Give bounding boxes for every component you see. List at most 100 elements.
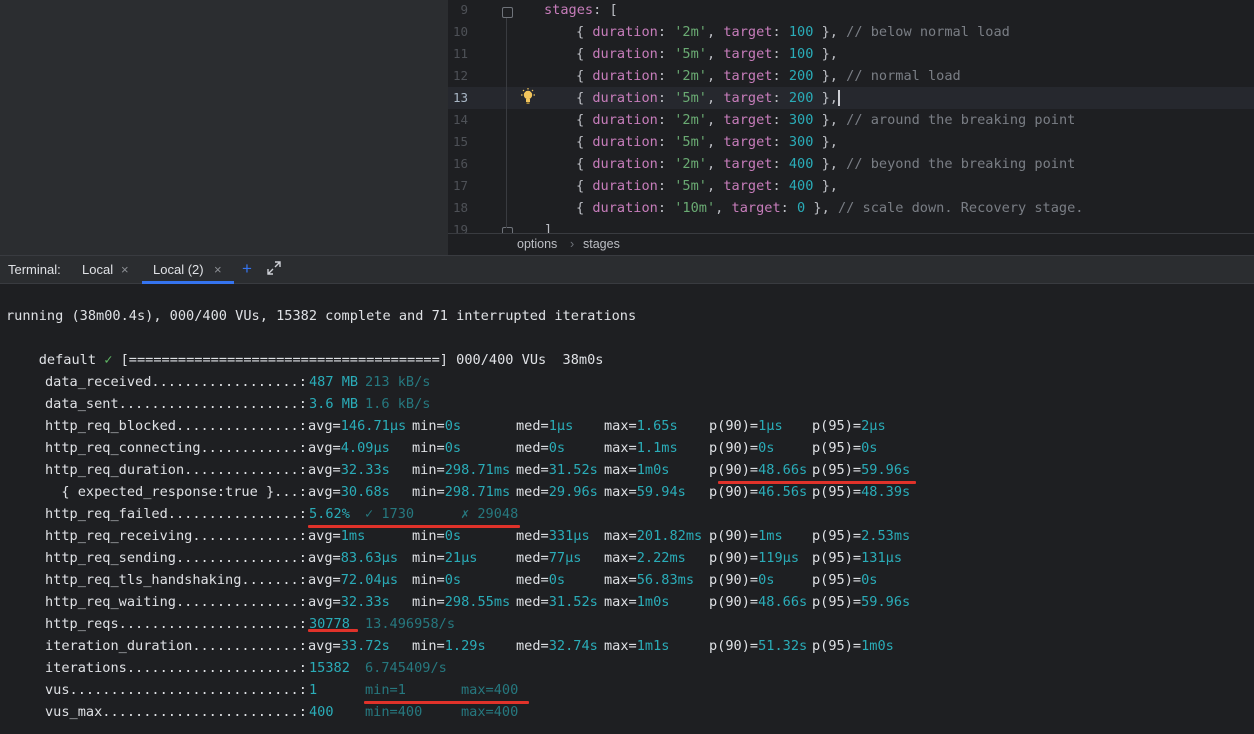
code-text: stages: [: [544, 2, 618, 18]
tab-local[interactable]: Local: [82, 262, 113, 277]
metric-value: 3.6 MB: [309, 396, 359, 412]
metric-value: p(95)=59.96s: [812, 594, 911, 610]
terminal-label: Terminal:: [8, 262, 61, 277]
code-line[interactable]: 14 { duration: '2m', target: 300 }, // ar…: [448, 109, 1254, 131]
fold-guide: [506, 18, 507, 228]
metric-value: med=31.52s: [516, 462, 598, 478]
metric-value: 1: [309, 682, 318, 698]
metric-value: ✗ 29048: [461, 506, 519, 522]
metric-name: http_req_sending...............:: [45, 550, 307, 566]
metric-value: min=1.29s: [412, 638, 486, 654]
code-line[interactable]: 15 { duration: '5m', target: 300 },: [448, 131, 1254, 153]
metric-value: max=1.1ms: [604, 440, 678, 456]
metric-value: min=400: [365, 704, 423, 720]
metric-value: med=0s: [516, 440, 566, 456]
metric-name: http_req_connecting............:: [45, 440, 307, 456]
annotation-underline: [718, 481, 916, 484]
code-text: { duration: '5m', target: 100 },: [576, 46, 838, 62]
metric-value: avg=83.63µs: [308, 550, 399, 566]
metric-name: iterations.....................:: [45, 660, 307, 676]
metric-value: med=331µs: [516, 528, 590, 544]
metric-name: http_req_waiting...............:: [45, 594, 307, 610]
line-number: 17: [452, 178, 468, 193]
line-number: 19: [452, 222, 468, 233]
code-line[interactable]: 19]: [448, 219, 1254, 233]
metric-value: 400: [309, 704, 334, 720]
metric-value: p(95)=59.96s: [812, 462, 911, 478]
metric-value: p(90)=119µs: [709, 550, 800, 566]
terminal-output[interactable]: running (38m00.4s), 000/400 VUs, 15382 c…: [0, 284, 1254, 734]
metric-value: p(90)=51.32s: [709, 638, 808, 654]
maximize-icon[interactable]: [267, 261, 281, 275]
metric-value: min=21µs: [412, 550, 478, 566]
code-line[interactable]: 13 { duration: '5m', target: 200 },: [448, 87, 1254, 109]
lightbulb-icon[interactable]: [520, 88, 536, 106]
code-text: { duration: '2m', target: 300 }, // arou…: [576, 112, 1076, 128]
new-tab-plus-icon[interactable]: +: [242, 259, 252, 279]
metric-value: p(95)=0s: [812, 440, 878, 456]
metric-value: med=31.52s: [516, 594, 598, 610]
left-panel: [0, 0, 448, 255]
metric-value: 13.496958/s: [365, 616, 456, 632]
close-tab-local-icon[interactable]: ×: [121, 262, 129, 277]
metric-value: 213 kB/s: [365, 374, 431, 390]
line-number: 16: [452, 156, 468, 171]
metric-value: max=59.94s: [604, 484, 686, 500]
code-line[interactable]: 11 { duration: '5m', target: 100 },: [448, 43, 1254, 65]
metric-value: avg=32.33s: [308, 594, 390, 610]
metric-value: p(95)=0s: [812, 572, 878, 588]
metric-name: vus_max........................:: [45, 704, 307, 720]
metric-value: min=0s: [412, 528, 462, 544]
line-number: 12: [452, 68, 468, 83]
breadcrumb-item-options[interactable]: options: [517, 234, 557, 255]
line-number: 18: [452, 200, 468, 215]
text-caret: [837, 90, 840, 106]
metric-value: min=0s: [412, 418, 462, 434]
metric-value: 1.6 kB/s: [365, 396, 431, 412]
metric-name: iteration_duration.............:: [45, 638, 307, 654]
metric-value: med=77µs: [516, 550, 582, 566]
line-number: 14: [452, 112, 468, 127]
check-icon: ✓: [104, 352, 113, 368]
code-editor[interactable]: 9 stages: [10 { duration: '2m', target: 10…: [448, 0, 1254, 233]
metric-value: p(90)=46.56s: [709, 484, 808, 500]
metric-value: avg=32.33s: [308, 462, 390, 478]
code-text: ]: [544, 222, 553, 233]
line-number: 15: [452, 134, 468, 149]
metric-value: 6.745409/s: [365, 660, 447, 676]
code-line[interactable]: 16 { duration: '2m', target: 400 }, // be…: [448, 153, 1254, 175]
progress-text: [======================================]…: [120, 352, 604, 368]
metric-name: http_reqs......................:: [45, 616, 307, 632]
metric-value: p(90)=1ms: [709, 528, 783, 544]
breadcrumb: options › stages: [448, 233, 1254, 255]
metric-name: data_sent......................:: [45, 396, 307, 412]
close-tab-local-2-icon[interactable]: ×: [214, 262, 222, 277]
metric-name: http_req_duration..............:: [45, 462, 307, 478]
metric-value: p(95)=2µs: [812, 418, 886, 434]
breadcrumb-item-stages[interactable]: stages: [583, 234, 620, 255]
metric-value: avg=4.09µs: [308, 440, 390, 456]
annotation-underline: [308, 629, 358, 632]
metric-value: max=1.65s: [604, 418, 678, 434]
annotation-underline: [308, 525, 520, 528]
metric-value: med=32.74s: [516, 638, 598, 654]
line-number: 13: [452, 90, 468, 105]
metric-value: med=1µs: [516, 418, 574, 434]
annotation-underline: [364, 701, 529, 704]
tab-local-2[interactable]: Local (2): [153, 262, 204, 277]
fold-marker-icon[interactable]: [502, 7, 513, 18]
metric-value: ✓ 1730: [365, 506, 415, 522]
metric-value: min=298.55ms: [412, 594, 511, 610]
code-line[interactable]: 12 { duration: '2m', target: 200 }, // no…: [448, 65, 1254, 87]
code-text: { duration: '2m', target: 100 }, // belo…: [576, 24, 1010, 40]
code-line[interactable]: 10 { duration: '2m', target: 100 }, // be…: [448, 21, 1254, 43]
metric-value: p(95)=2.53ms: [812, 528, 911, 544]
code-text: { duration: '5m', target: 200 },: [576, 90, 840, 106]
metric-value: max=1m0s: [604, 462, 670, 478]
metric-value: p(90)=48.66s: [709, 462, 808, 478]
metric-value: avg=72.04µs: [308, 572, 399, 588]
code-line[interactable]: 9 stages: [: [448, 0, 1254, 21]
code-line[interactable]: 17 { duration: '5m', target: 400 },: [448, 175, 1254, 197]
code-line[interactable]: 18 { duration: '10m', target: 0 }, // sca…: [448, 197, 1254, 219]
metric-name: vus............................:: [45, 682, 307, 698]
